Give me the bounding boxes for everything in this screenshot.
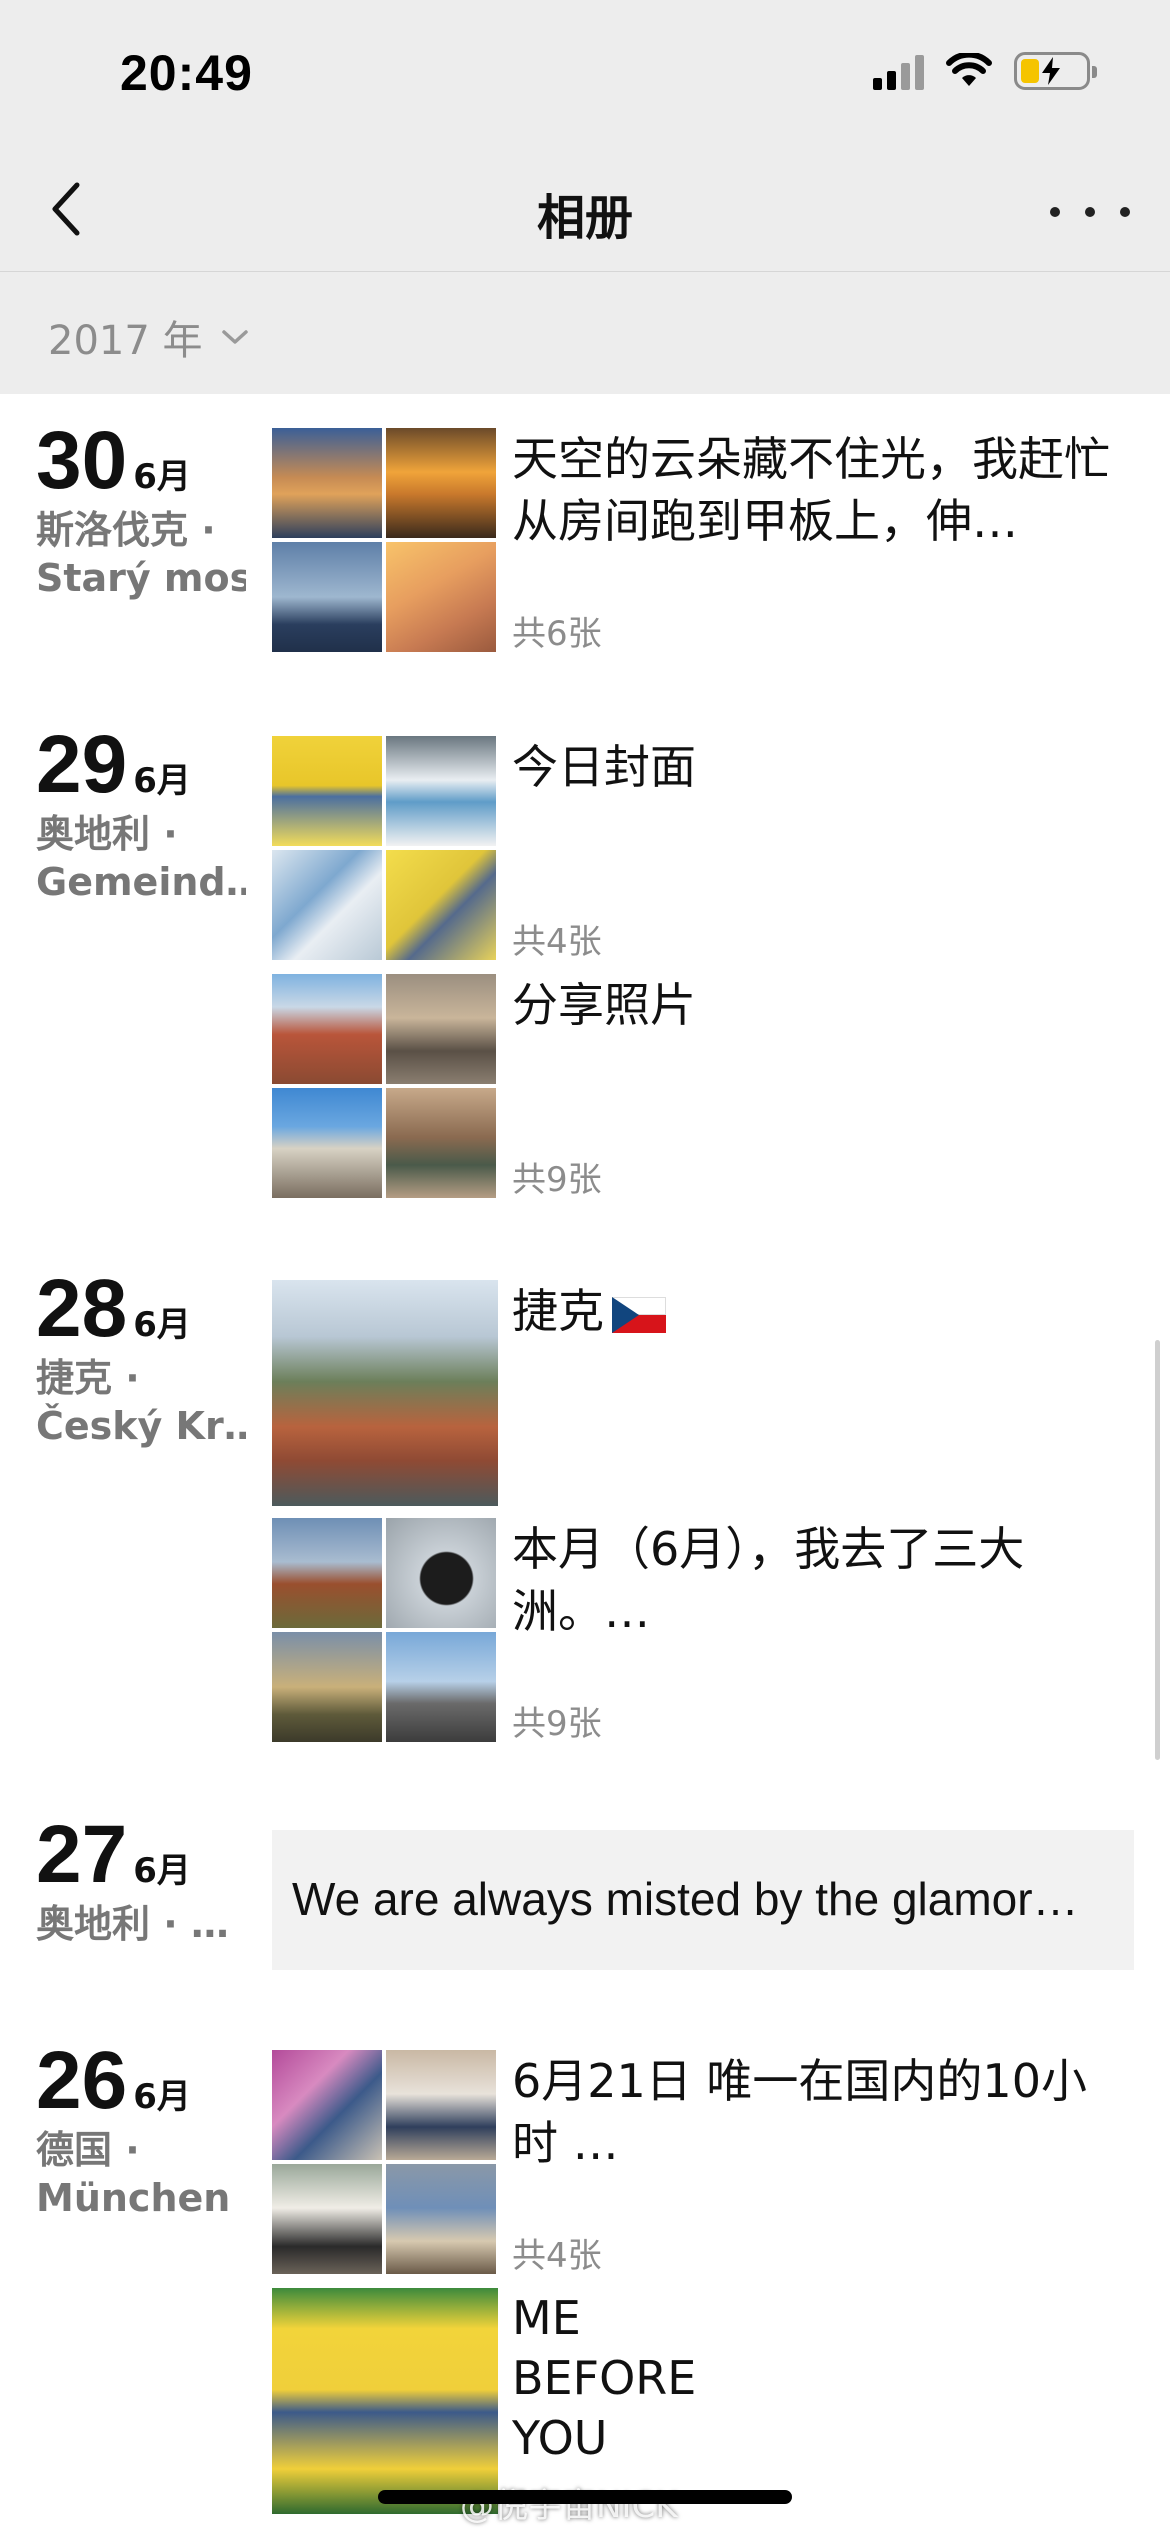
photo-thumbnail: [272, 1088, 382, 1198]
location-line: Gemeind…: [36, 860, 246, 904]
location-line: 捷克 ·: [36, 1356, 140, 1400]
photo-grid: [272, 2050, 498, 2276]
date-month: 6月: [133, 457, 191, 497]
charging-bolt-icon: [1042, 57, 1060, 85]
post-item[interactable]: 天空的云朵藏不住光，我赶忙从房间跑到甲板上，伸… 共6张: [272, 428, 1132, 654]
post-caption: 今日封面: [512, 740, 696, 794]
location-line: 德国 ·: [36, 2128, 140, 2172]
date-month: 6月: [133, 1305, 191, 1345]
photo-thumbnail: [386, 542, 496, 652]
year-filter-bar: 2017 年: [0, 272, 1170, 394]
album-feed[interactable]: 306月 斯洛伐克 · Starý most 天空的云朵藏不住光，我赶忙从房间跑…: [0, 394, 1170, 2532]
photo-thumbnail: [386, 1088, 496, 1198]
photo-thumbnail: [272, 850, 382, 960]
date-group-27: 27 6月 奥地利 · …: [36, 1814, 246, 1948]
photo-thumbnail: [386, 2164, 496, 2274]
photo-thumbnail: [386, 428, 496, 538]
photo-thumbnail: [386, 974, 496, 1084]
photo-thumbnail: [272, 1632, 382, 1742]
status-bar: 20:49: [0, 0, 1170, 150]
caption-line: YOU: [512, 2411, 608, 2465]
date-day: 30: [36, 415, 128, 506]
post-item[interactable]: 6月21日 唯一在国内的10小时 … 共4张: [272, 2050, 1132, 2276]
post-caption: We are always misted by the glamor…: [292, 1873, 1079, 1925]
year-filter-label: 2017 年: [48, 318, 203, 364]
date-group-28: 28 6月 捷克 · Český Kr…: [36, 1268, 246, 1450]
photo-thumbnail: [272, 2164, 382, 2274]
location-line: Starý most: [36, 556, 246, 600]
date-month: 6月: [133, 2077, 191, 2117]
post-item[interactable]: 捷克: [272, 1280, 1132, 1506]
date-day: 29: [36, 719, 128, 810]
photo-thumbnail: [386, 1632, 496, 1742]
photo-count: 共4张: [512, 922, 602, 962]
post-caption: 本月（6月），我去了三大洲。…: [512, 1522, 1025, 1638]
date-group-29: 29 6月 奥地利 · Gemeind…: [36, 724, 246, 906]
photo-grid: [272, 736, 498, 962]
photo-grid: [272, 974, 498, 1200]
post-item[interactable]: 分享照片 共9张: [272, 974, 1132, 1200]
location-line: Český Kr…: [36, 1404, 246, 1448]
date-group-30: 306月 斯洛伐克 · Starý most: [36, 420, 246, 602]
home-indicator[interactable]: [378, 2490, 792, 2504]
post-caption: 天空的云朵藏不住光，我赶忙从房间跑到甲板上，伸…: [512, 432, 1110, 548]
post-caption: 分享照片: [512, 978, 696, 1032]
wifi-icon: [946, 53, 992, 86]
more-dot-icon: [1050, 207, 1060, 217]
date-month: 6月: [133, 761, 191, 801]
caption-line: BEFORE: [512, 2351, 697, 2405]
text-post-item[interactable]: We are always misted by the glamor…: [272, 1830, 1134, 1970]
year-filter-dropdown[interactable]: 2017 年: [48, 308, 249, 366]
photo-count: 共9张: [512, 1704, 602, 1744]
photo-thumbnail: [386, 2050, 496, 2160]
photo-count: 共9张: [512, 1160, 602, 1200]
photo-grid: [272, 1518, 498, 1744]
date-group-26: 26 6月 德国 · München: [36, 2040, 246, 2222]
date-day: 26: [36, 2035, 128, 2126]
location-line: 奥地利 · …: [36, 1902, 229, 1946]
post-caption: 6月21日 唯一在国内的10小时 …: [512, 2054, 1087, 2170]
photo-thumbnail: [272, 1518, 382, 1628]
photo-thumbnail: [272, 2050, 382, 2160]
photo-thumbnail: [386, 1518, 496, 1628]
location-line: München: [36, 2176, 231, 2220]
more-options-button[interactable]: [1050, 192, 1130, 232]
status-icons: [873, 52, 1097, 90]
photo-thumbnail: [272, 1280, 498, 1506]
battery-icon: [1014, 52, 1097, 90]
photo-grid: [272, 428, 498, 654]
location-line: 奥地利 ·: [36, 812, 178, 856]
date-day: 27: [36, 1809, 128, 1900]
photo-thumbnail: [272, 542, 382, 652]
photo-count: 共4张: [512, 2236, 602, 2276]
caption-line: ME: [512, 2291, 581, 2345]
photo-thumbnail: [272, 428, 382, 538]
photo-count: 共6张: [512, 614, 602, 654]
post-item[interactable]: ME BEFORE YOU: [272, 2288, 1132, 2514]
status-time: 20:49: [120, 45, 253, 101]
nav-bar: 相册: [0, 150, 1170, 272]
post-caption: ME BEFORE YOU: [512, 2288, 1132, 2468]
photo-thumbnail: [272, 974, 382, 1084]
post-caption: 捷克: [512, 1280, 1132, 1342]
date-month: 6月: [133, 1851, 191, 1891]
location-line: 斯洛伐克 ·: [36, 508, 216, 552]
date-day: 28: [36, 1263, 128, 1354]
czech-flag-icon: [612, 1296, 666, 1333]
photo-thumbnail: [386, 736, 496, 846]
scroll-indicator[interactable]: [1155, 1340, 1160, 1760]
post-item[interactable]: 本月（6月），我去了三大洲。… 共9张: [272, 1518, 1132, 1744]
cellular-signal-icon: [873, 52, 924, 90]
photo-thumbnail: [386, 850, 496, 960]
chevron-down-icon: [221, 330, 248, 344]
page-title: 相册: [536, 190, 633, 246]
post-item[interactable]: 今日封面 共4张: [272, 736, 1132, 962]
photo-thumbnail: [272, 736, 382, 846]
